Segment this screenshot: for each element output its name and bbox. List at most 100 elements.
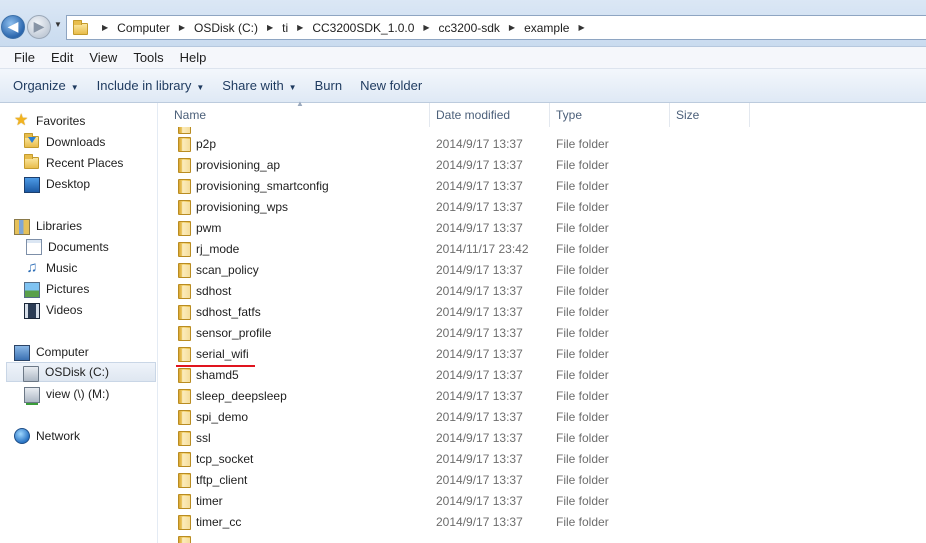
nav-network[interactable]: Network bbox=[14, 426, 80, 446]
file-type: File folder bbox=[556, 158, 609, 172]
organize-label: Organize bbox=[13, 78, 66, 93]
folder-icon bbox=[178, 473, 191, 488]
column-header: ▲ Name Date modified Type Size bbox=[158, 99, 926, 127]
breadcrumb-item[interactable]: example bbox=[524, 21, 569, 35]
new-folder-button[interactable]: New folder bbox=[351, 78, 431, 93]
file-date: 2014/9/17 13:37 bbox=[436, 515, 523, 529]
chevron-right-icon[interactable]: ▶ bbox=[297, 23, 303, 32]
organize-button[interactable]: Organize ▼ bbox=[4, 78, 88, 93]
nav-music[interactable]: ♫ Music bbox=[24, 258, 77, 278]
nav-computer[interactable]: Computer bbox=[14, 342, 89, 362]
desktop-icon bbox=[24, 177, 40, 193]
menu-view[interactable]: View bbox=[81, 50, 125, 65]
list-item[interactable]: ssl 2014/9/17 13:37 File folder bbox=[158, 428, 926, 449]
file-type: File folder bbox=[556, 389, 609, 403]
list-item[interactable]: p2p 2014/9/17 13:37 File folder bbox=[158, 134, 926, 155]
menu-bar: File Edit View Tools Help bbox=[0, 47, 926, 69]
file-type: File folder bbox=[556, 452, 609, 466]
command-bar: Organize ▼ Include in library ▼ Share with… bbox=[0, 69, 926, 103]
file-name: timer_cc bbox=[196, 515, 242, 529]
list-item[interactable]: rj_mode 2014/11/17 23:42 File folder bbox=[158, 239, 926, 260]
file-name: rj_mode bbox=[196, 242, 240, 256]
list-item[interactable]: sdhost_fatfs 2014/9/17 13:37 File folder bbox=[158, 302, 926, 323]
list-item[interactable]: sleep_deepsleep 2014/9/17 13:37 File fol… bbox=[158, 386, 926, 407]
list-item[interactable]: serial_wifi 2014/9/17 13:37 File folder bbox=[158, 344, 926, 365]
file-type: File folder bbox=[556, 431, 609, 445]
nav-desktop[interactable]: Desktop bbox=[24, 174, 90, 194]
breadcrumb-item[interactable]: Computer bbox=[117, 21, 170, 35]
nav-recent-label: Recent Places bbox=[46, 156, 124, 170]
file-type: File folder bbox=[556, 494, 609, 508]
breadcrumb[interactable]: ▶ Computer ▶ OSDisk (C:) ▶ ti ▶ CC3200SD… bbox=[66, 15, 926, 40]
file-type: File folder bbox=[556, 326, 609, 340]
file-name: tftp_client bbox=[196, 473, 248, 487]
chevron-right-icon[interactable]: ▶ bbox=[179, 23, 185, 32]
chevron-right-icon[interactable]: ▶ bbox=[267, 23, 273, 32]
chevron-right-icon[interactable]: ▶ bbox=[102, 23, 108, 32]
breadcrumb-item[interactable]: OSDisk (C:) bbox=[194, 21, 258, 35]
column-size[interactable]: Size bbox=[670, 103, 750, 127]
list-item[interactable]: provisioning_wps 2014/9/17 13:37 File fo… bbox=[158, 197, 926, 218]
file-date: 2014/9/17 13:37 bbox=[436, 263, 523, 277]
folder-icon bbox=[178, 326, 191, 341]
file-date: 2014/9/17 13:37 bbox=[436, 221, 523, 235]
menu-help[interactable]: Help bbox=[172, 50, 215, 65]
folder-icon bbox=[178, 158, 191, 173]
burn-button[interactable]: Burn bbox=[306, 78, 351, 93]
list-item[interactable]: provisioning_smartconfig 2014/9/17 13:37… bbox=[158, 176, 926, 197]
column-type[interactable]: Type bbox=[550, 103, 670, 127]
list-item[interactable]: timer_cc 2014/9/17 13:37 File folder bbox=[158, 512, 926, 533]
column-name[interactable]: Name bbox=[168, 103, 430, 127]
address-bar: ◀ ▶ ▼ ▶ Computer ▶ OSDisk (C:) ▶ ti ▶ CC… bbox=[0, 0, 926, 47]
file-type: File folder bbox=[556, 410, 609, 424]
nav-videos[interactable]: Videos bbox=[24, 300, 82, 320]
nav-documents[interactable]: Documents bbox=[24, 237, 109, 257]
nav-libraries[interactable]: Libraries bbox=[14, 216, 82, 236]
folder-icon bbox=[178, 389, 191, 404]
include-in-library-button[interactable]: Include in library ▼ bbox=[88, 78, 214, 93]
file-name: tcp_socket bbox=[196, 452, 254, 466]
nav-favorites[interactable]: ★ Favorites bbox=[14, 111, 85, 131]
nav-osdisk[interactable]: OSDisk (C:) bbox=[6, 362, 156, 382]
file-name: provisioning_wps bbox=[196, 200, 289, 214]
list-item[interactable]: scan_policy 2014/9/17 13:37 File folder bbox=[158, 260, 926, 281]
list-item[interactable]: sdhost 2014/9/17 13:37 File folder bbox=[158, 281, 926, 302]
back-button[interactable]: ◀ bbox=[1, 15, 25, 39]
file-name: serial_wifi bbox=[196, 347, 249, 361]
list-item[interactable]: sensor_profile 2014/9/17 13:37 File fold… bbox=[158, 323, 926, 344]
breadcrumb-item[interactable]: CC3200SDK_1.0.0 bbox=[312, 21, 414, 35]
file-type: File folder bbox=[556, 179, 609, 193]
list-item[interactable]: tftp_client 2014/9/17 13:37 File folder bbox=[158, 470, 926, 491]
list-item[interactable] bbox=[158, 533, 926, 543]
recent-pages-dropdown-icon[interactable]: ▼ bbox=[54, 20, 62, 29]
nav-pictures-label: Pictures bbox=[46, 282, 90, 296]
downloads-folder-icon bbox=[24, 133, 40, 150]
nav-network-drive[interactable]: view (\) (M:) bbox=[24, 384, 109, 404]
nav-downloads[interactable]: Downloads bbox=[24, 132, 105, 152]
network-globe-icon bbox=[14, 428, 30, 444]
folder-icon bbox=[178, 127, 191, 134]
breadcrumb-item[interactable]: cc3200-sdk bbox=[439, 21, 500, 35]
menu-edit[interactable]: Edit bbox=[43, 50, 81, 65]
list-item[interactable]: spi_demo 2014/9/17 13:37 File folder bbox=[158, 407, 926, 428]
nav-recent-places[interactable]: Recent Places bbox=[24, 153, 123, 173]
share-label: Share with bbox=[222, 78, 284, 93]
menu-file[interactable]: File bbox=[6, 50, 43, 65]
column-date-modified[interactable]: Date modified bbox=[430, 103, 550, 127]
menu-tools[interactable]: Tools bbox=[125, 50, 171, 65]
list-item[interactable]: tcp_socket 2014/9/17 13:37 File folder bbox=[158, 449, 926, 470]
list-item[interactable]: shamd5 2014/9/17 13:37 File folder bbox=[158, 365, 926, 386]
forward-button[interactable]: ▶ bbox=[27, 15, 51, 39]
file-date: 2014/9/17 13:37 bbox=[436, 410, 523, 424]
chevron-right-icon[interactable]: ▶ bbox=[578, 23, 584, 32]
share-with-button[interactable]: Share with ▼ bbox=[213, 78, 305, 93]
chevron-right-icon[interactable]: ▶ bbox=[423, 23, 429, 32]
list-item[interactable]: provisioning_ap 2014/9/17 13:37 File fol… bbox=[158, 155, 926, 176]
chevron-right-icon[interactable]: ▶ bbox=[509, 23, 515, 32]
breadcrumb-item[interactable]: ti bbox=[282, 21, 288, 35]
list-item[interactable]: timer 2014/9/17 13:37 File folder bbox=[158, 491, 926, 512]
list-item[interactable]: pwm 2014/9/17 13:37 File folder bbox=[158, 218, 926, 239]
nav-pictures[interactable]: Pictures bbox=[24, 279, 89, 299]
file-name: sensor_profile bbox=[196, 326, 272, 340]
file-date: 2014/9/17 13:37 bbox=[436, 452, 523, 466]
